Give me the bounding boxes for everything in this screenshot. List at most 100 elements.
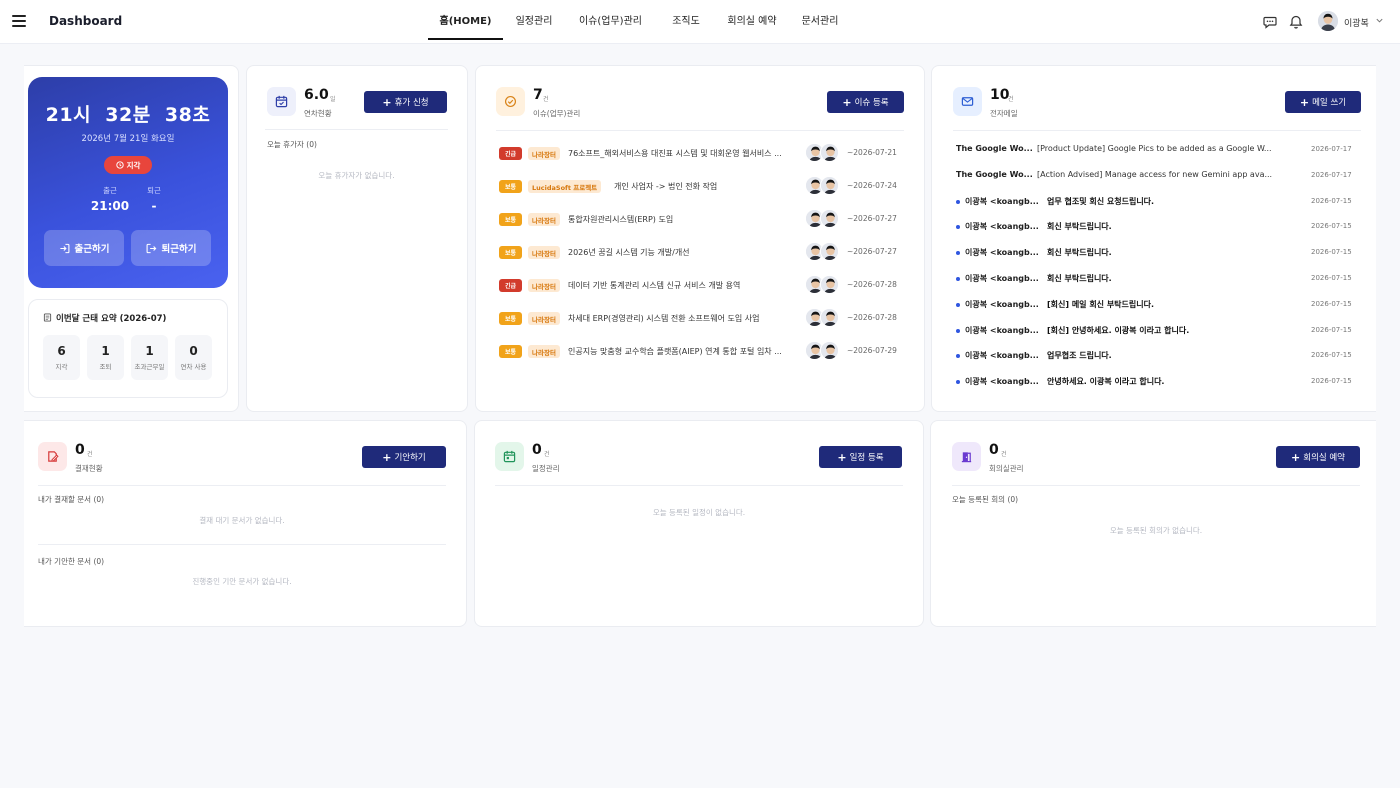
- mail-row[interactable]: 이광복 <koangb... 업무협조 드립니다. 2026-07-15: [954, 349, 1360, 363]
- unread-dot: [956, 225, 960, 230]
- menu-icon[interactable]: [12, 15, 26, 27]
- mail-row[interactable]: 이광복 <koangb... [회신] 메일 회신 부탁드립니다. 2026-07-…: [954, 298, 1360, 312]
- checkout-button[interactable]: 퇴근하기: [131, 230, 211, 266]
- mail-sender: 이광복 <koangb...: [965, 325, 1039, 335]
- mail-subject[interactable]: [회신] 메일 회신 부탁드립니다.: [1047, 299, 1297, 310]
- mail-row[interactable]: The Google Wo... [Action Advised] Manage …: [954, 169, 1360, 183]
- issue-row[interactable]: 보통 LucidaSoft 프로젝트 개인 사업자 -> 법인 전화 작업 ~2026…: [499, 176, 903, 196]
- mail-subject[interactable]: [Action Advised] Manage access for new G…: [1037, 170, 1307, 179]
- summary-value: 1: [145, 344, 154, 358]
- assignee-avatars: [805, 209, 843, 229]
- checkin-label: 출근: [103, 186, 117, 195]
- request-leave-button[interactable]: + 휴가 신청: [364, 91, 447, 113]
- checkout-label: 퇴근: [147, 186, 161, 195]
- assignee-avatars: [805, 176, 843, 196]
- mail-row[interactable]: 이광복 <koangb... 회신 부탁드립니다. 2026-07-15: [954, 246, 1360, 260]
- chat-icon[interactable]: [1262, 14, 1278, 30]
- issue-row[interactable]: 보통 나라장터 인공지능 맞춤형 교수학습 플랫폼(AIEP) 연계 통합 포털 임…: [499, 341, 903, 360]
- approval-subtitle: 결재현황: [75, 464, 103, 473]
- issue-row[interactable]: 보통 나라장터 차세대 ERP(경영관리) 시스템 전환 소프트웨어 도입 사업 ~2…: [499, 308, 903, 327]
- meeting-subtitle: 회의실관리: [989, 464, 1024, 473]
- mail-subject[interactable]: 안녕하세요. 이광복 이라고 합니다.: [1047, 376, 1297, 387]
- assignee-avatar: [820, 308, 839, 327]
- tab-documents[interactable]: 문서관리: [798, 0, 842, 40]
- issue-title[interactable]: 76소프트_해외서비스용 대진표 시스템 및 대회운영 웹서비스 ...: [568, 148, 797, 159]
- mail-date: 2026-07-15: [1311, 299, 1352, 308]
- mail-row[interactable]: 이광복 <koangb... 회신 부탁드립니다. 2026-07-15: [954, 272, 1360, 286]
- user-photo-icon: [821, 342, 838, 359]
- mail-subject[interactable]: [회신] 안녕하세요. 이광복 이라고 합니다.: [1047, 325, 1297, 336]
- clock-panel: 21시 32분 38초 2026년 7월 21일 화요일 지각 출근 퇴근 21…: [28, 77, 228, 288]
- divider: [952, 485, 1360, 486]
- user-photo-icon: [821, 144, 838, 161]
- checkin-button-label: 출근하기: [74, 244, 110, 255]
- mail-subject[interactable]: 회신 부탁드립니다.: [1047, 247, 1297, 258]
- issue-title[interactable]: 인공지능 맞춤형 교수학습 플랫폼(AIEP) 연계 통합 포털 임차 ...: [568, 346, 797, 357]
- issue-row[interactable]: 긴급 나라장터 76소프트_해외서비스용 대진표 시스템 및 대회운영 웹서비스 .…: [499, 143, 903, 162]
- mail-date: 2026-07-15: [1311, 222, 1352, 231]
- user-avatar[interactable]: [1318, 11, 1338, 31]
- issue-due-date: ~2026-07-21: [847, 148, 897, 157]
- mail-subject[interactable]: 업무 협조및 회신 요청드립니다.: [1047, 196, 1297, 207]
- summary-value: 1: [101, 344, 110, 358]
- check-circle-icon: [504, 95, 517, 108]
- divider: [265, 129, 448, 130]
- tab-org-chart[interactable]: 조직도: [666, 0, 706, 40]
- add-issue-button[interactable]: + 이슈 등록: [827, 91, 904, 113]
- approval-count: 0: [75, 442, 85, 458]
- divider: [953, 130, 1361, 131]
- tab-schedule[interactable]: 일정관리: [508, 0, 560, 40]
- draft-document-button[interactable]: + 기안하기: [362, 446, 446, 468]
- user-name[interactable]: 이광복: [1344, 16, 1369, 29]
- mail-row[interactable]: 이광복 <koangb... 회신 부탁드립니다. 2026-07-15: [954, 220, 1360, 234]
- mail-subject[interactable]: [Product Update] Google Pics to be added…: [1037, 144, 1307, 153]
- mail-row[interactable]: The Google Wo... [Product Update] Google …: [954, 143, 1360, 157]
- issue-row[interactable]: 긴급 나라장터 데이터 기반 통계관리 시스템 신규 서비스 개발 용역 ~2026-…: [499, 275, 903, 295]
- issues-count: 7: [533, 87, 543, 103]
- plus-icon: +: [382, 95, 392, 109]
- project-tag: 나라장터: [528, 246, 560, 259]
- top-navigation-bar: Dashboard 홈(HOME) 일정관리 이슈(업무)관리 조직도 회의실 …: [0, 0, 1400, 44]
- drafted-empty-message: 진행중인 기안 문서가 없습니다.: [192, 577, 292, 586]
- issue-title[interactable]: 차세대 ERP(경영관리) 시스템 전환 소프트웨어 도입 사업: [568, 313, 797, 324]
- compose-mail-button-label: 메일 쓰기: [1312, 98, 1347, 108]
- mail-date: 2026-07-15: [1311, 377, 1352, 386]
- tab-meeting-room[interactable]: 회의실 예약: [724, 0, 780, 40]
- tab-issues[interactable]: 이슈(업무)관리: [573, 0, 648, 40]
- mail-subject[interactable]: 회신 부탁드립니다.: [1047, 273, 1297, 284]
- door-icon: [961, 452, 972, 463]
- checkin-button[interactable]: 출근하기: [44, 230, 124, 266]
- mail-subject[interactable]: 회신 부탁드립니다.: [1047, 221, 1297, 232]
- mail-subject[interactable]: 업무협조 드립니다.: [1047, 350, 1297, 361]
- approval-card-icon: [38, 442, 67, 471]
- add-issue-button-label: 이슈 등록: [854, 98, 889, 108]
- issue-title[interactable]: 개인 사업자 -> 법인 전화 작업: [614, 181, 797, 192]
- add-schedule-button[interactable]: + 일정 등록: [819, 446, 902, 468]
- request-leave-button-label: 휴가 신청: [394, 98, 429, 108]
- assignee-avatars: [805, 275, 843, 295]
- chevron-down-icon[interactable]: [1375, 16, 1384, 25]
- issue-title[interactable]: 데이터 기반 통계관리 시스템 신규 서비스 개발 용역: [568, 280, 797, 291]
- assignee-avatars: [805, 242, 843, 262]
- tab-home[interactable]: 홈(HOME): [428, 0, 503, 40]
- reserve-meeting-room-button[interactable]: + 회의실 예약: [1276, 446, 1360, 468]
- schedule-card-icon: [495, 442, 524, 471]
- plus-icon: +: [382, 450, 392, 464]
- mail-row[interactable]: 이광복 <koangb... [회신] 안녕하세요. 이광복 이라고 합니다. 20…: [954, 324, 1360, 338]
- issue-title[interactable]: 통합자원관리시스템(ERP) 도입: [568, 214, 797, 225]
- summary-overtime: 1 초과근무일: [131, 335, 168, 380]
- mail-row[interactable]: 이광복 <koangb... 업무 협조및 회신 요청드립니다. 2026-07-1…: [954, 195, 1360, 209]
- compose-mail-button[interactable]: + 메일 쓰기: [1285, 91, 1361, 113]
- meeting-empty-message: 오늘 등록된 회의가 없습니다.: [1109, 526, 1203, 535]
- summary-late: 6 지각: [43, 335, 80, 380]
- mail-date: 2026-07-15: [1311, 248, 1352, 257]
- issue-title[interactable]: 2026년 꿈길 시스템 기능 개발/개선: [568, 247, 797, 258]
- bell-icon[interactable]: [1288, 14, 1304, 30]
- issue-row[interactable]: 보통 나라장터 통합자원관리시스템(ERP) 도입 ~2026-07-27: [499, 209, 903, 229]
- meeting-card-icon: [952, 442, 981, 471]
- mail-row[interactable]: 이광복 <koangb... 안녕하세요. 이광복 이라고 합니다. 2026-07…: [954, 375, 1360, 389]
- mail-date: 2026-07-15: [1311, 325, 1352, 334]
- priority-badge: 보통: [499, 213, 522, 226]
- issue-row[interactable]: 보통 나라장터 2026년 꿈길 시스템 기능 개발/개선 ~2026-07-27: [499, 242, 903, 262]
- divider: [496, 130, 904, 131]
